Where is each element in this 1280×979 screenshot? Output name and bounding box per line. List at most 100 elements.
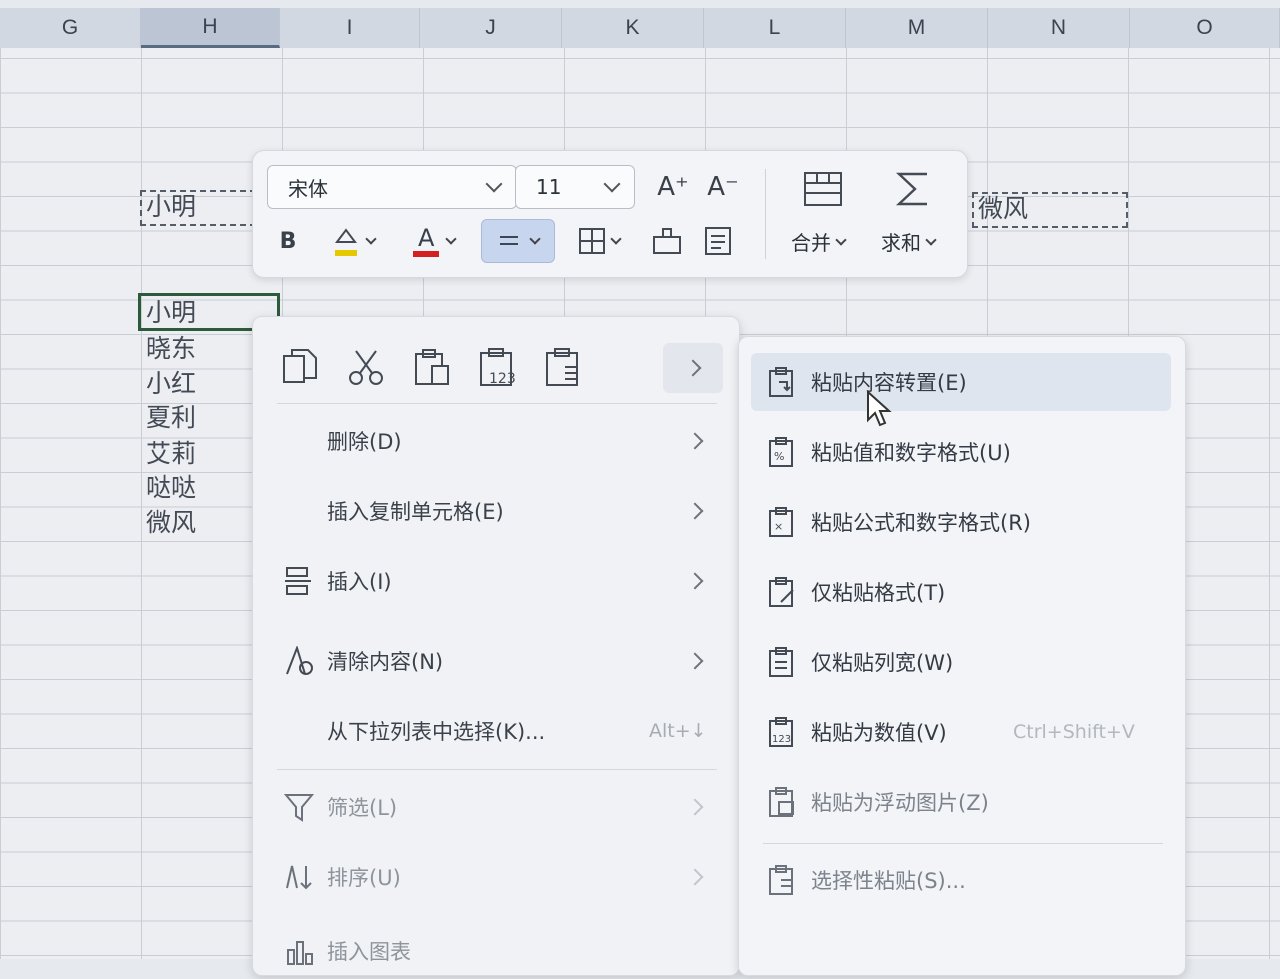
align-center-icon (500, 236, 518, 245)
menu-divider (277, 769, 717, 770)
cell-h-3[interactable]: 小红 (146, 367, 196, 401)
font-size-value: 11 (536, 175, 562, 199)
submenu-item-shortcut: Ctrl+Shift+V (1013, 721, 1135, 743)
menu-item-label: 插入图表 (327, 940, 411, 964)
bold-label: B (279, 228, 297, 254)
context-menu: 123 删除(D) 插入复制单元格(E) 插入(I) 清除内容(N) 从下拉列表… (252, 316, 740, 976)
submenu-item-label: 粘贴值和数字格式(U) (811, 441, 1011, 465)
svg-text:×: × (774, 520, 783, 533)
copy-button[interactable] (275, 343, 325, 393)
format-painter-button[interactable] (647, 221, 687, 261)
sum-button[interactable]: 求和 (881, 227, 937, 256)
column-header-h[interactable]: H (141, 8, 280, 48)
submenu-item-paste-transpose[interactable]: 粘贴内容转置(E) (751, 353, 1171, 411)
paste-special-submenu: 粘贴内容转置(E) % 粘贴值和数字格式(U) × 粘贴公式和数字格式(R) 仅… (738, 336, 1186, 976)
submenu-item-label: 粘贴公式和数字格式(R) (811, 511, 1031, 535)
insert-icon (281, 563, 317, 599)
paste-button[interactable] (407, 343, 457, 393)
menu-item-label: 插入(I) (327, 570, 392, 594)
chevron-down-icon (610, 233, 622, 245)
chevron-down-icon (925, 233, 937, 246)
merge-label: 合并 (791, 231, 831, 255)
clear-icon (281, 643, 317, 679)
menu-item-delete[interactable]: 删除(D) (253, 413, 741, 469)
chevron-right-icon (684, 359, 702, 377)
svg-text:123: 123 (489, 371, 516, 387)
submenu-item-paste-format-only[interactable]: 仅粘贴格式(T) (751, 563, 1171, 621)
cell-style-button[interactable] (699, 221, 739, 261)
bold-button[interactable]: B (273, 221, 303, 261)
column-header-bar: G H I J K L M N O (0, 8, 1280, 49)
filter-icon (281, 789, 317, 825)
chart-icon (281, 933, 317, 969)
chevron-right-icon (686, 868, 704, 886)
font-color-icon: A (411, 224, 441, 258)
mouse-cursor-icon (867, 390, 892, 427)
merge-button[interactable]: 合并 (791, 227, 847, 256)
submenu-item-paste-as-picture[interactable]: 粘贴为浮动图片(Z) (751, 773, 1171, 831)
submenu-item-paste-values-number-format[interactable]: % 粘贴值和数字格式(U) (751, 423, 1171, 481)
chevron-right-icon (686, 432, 704, 450)
column-header-l[interactable]: L (704, 8, 846, 48)
submenu-item-paste-column-width[interactable]: 仅粘贴列宽(W) (751, 633, 1171, 691)
chevron-down-icon (603, 175, 621, 193)
column-header-k[interactable]: K (562, 8, 704, 48)
column-header-g[interactable]: G (0, 8, 141, 48)
menu-item-insert[interactable]: 插入(I) (253, 553, 741, 609)
border-icon (579, 228, 605, 254)
paste-picture-icon (765, 785, 799, 819)
cell-h-5[interactable]: 艾莉 (146, 437, 196, 471)
font-name-select[interactable]: 宋体 (267, 165, 517, 209)
paste-formula-button[interactable] (539, 343, 589, 393)
chevron-right-icon (686, 502, 704, 520)
paste-values-format-icon: % (765, 435, 799, 469)
menu-item-label: 清除内容(N) (327, 650, 444, 674)
menu-item-pick-from-dropdown[interactable]: 从下拉列表中选择(K)... Alt+↓ (253, 703, 741, 759)
copied-cell-n[interactable]: 微风 (972, 192, 1128, 228)
column-header-i[interactable]: I (280, 8, 420, 48)
svg-text:123: 123 (772, 734, 791, 745)
paste-values-icon: 123 (480, 348, 516, 387)
merge-icon (793, 167, 853, 211)
format-painter-icon (653, 228, 681, 254)
chevron-down-icon (365, 233, 377, 245)
align-button[interactable] (481, 219, 555, 263)
cut-button[interactable] (341, 343, 391, 393)
submenu-item-paste-special[interactable]: 选择性粘贴(S)... (751, 851, 1171, 909)
mini-format-toolbar: 宋体 11 A⁺ A⁻ 合并 求和 B A (252, 150, 968, 278)
toolbar-divider (765, 169, 766, 259)
chevron-down-icon (529, 233, 541, 245)
chevron-down-icon (835, 233, 847, 246)
menu-item-sort[interactable]: 排序(U) (253, 849, 741, 905)
grow-font-button[interactable]: A⁺ (651, 165, 695, 209)
paste-values-button[interactable]: 123 (473, 343, 523, 393)
column-header-n[interactable]: N (988, 8, 1130, 48)
submenu-item-paste-formulas-number-format[interactable]: × 粘贴公式和数字格式(R) (751, 493, 1171, 551)
menu-item-insert-copied-cells[interactable]: 插入复制单元格(E) (253, 483, 741, 539)
fill-color-icon (335, 228, 357, 256)
menu-item-clear-contents[interactable]: 清除内容(N) (253, 633, 741, 689)
column-header-m[interactable]: M (846, 8, 988, 48)
copied-cell-h[interactable]: 小明 (140, 190, 256, 226)
shrink-font-button[interactable]: A⁻ (701, 165, 745, 209)
menu-item-filter[interactable]: 筛选(L) (253, 779, 741, 835)
column-header-j[interactable]: J (420, 8, 562, 48)
font-color-button[interactable]: A (403, 221, 463, 261)
submenu-item-paste-as-values[interactable]: 123 粘贴为数值(V) Ctrl+Shift+V (751, 703, 1171, 761)
submenu-item-label: 粘贴为数值(V) (811, 721, 947, 745)
cell-h-6[interactable]: 哒哒 (146, 471, 196, 505)
fill-color-button[interactable] (323, 221, 383, 261)
menu-divider (277, 403, 717, 404)
cell-h-1[interactable]: 小明 (146, 296, 196, 330)
column-header-o[interactable]: O (1130, 8, 1280, 48)
border-button[interactable] (569, 221, 629, 261)
sum-icon (883, 167, 943, 211)
cell-h-2[interactable]: 晓东 (146, 332, 196, 366)
font-size-select[interactable]: 11 (515, 165, 635, 209)
cell-h-7[interactable]: 微风 (146, 506, 196, 540)
submenu-item-label: 仅粘贴列宽(W) (811, 651, 954, 675)
menu-item-insert-chart[interactable]: 插入图表 (253, 923, 741, 979)
cell-h-4[interactable]: 夏利 (146, 401, 196, 435)
submenu-item-label: 选择性粘贴(S)... (811, 869, 966, 893)
paste-more-button[interactable] (663, 343, 723, 393)
